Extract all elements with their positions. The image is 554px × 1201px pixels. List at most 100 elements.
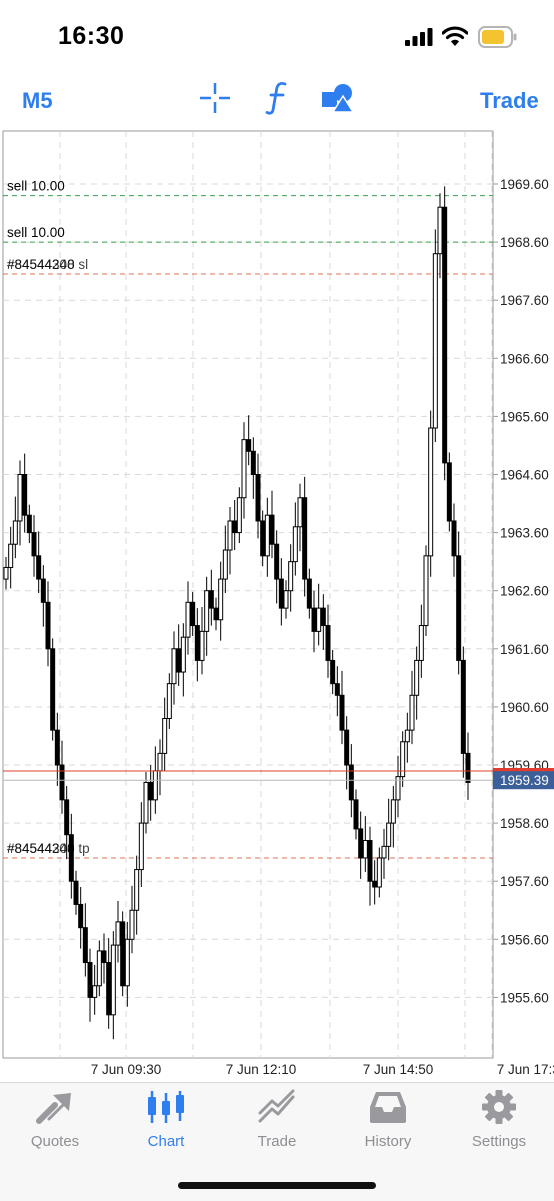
candle-body[interactable] — [362, 840, 368, 859]
candle-body[interactable] — [45, 601, 51, 650]
candle-body[interactable] — [456, 555, 462, 661]
candle-body[interactable] — [143, 781, 149, 824]
candle-body[interactable] — [390, 799, 396, 824]
candle-body[interactable] — [372, 880, 378, 888]
candle-body[interactable] — [376, 857, 382, 888]
candle-body[interactable] — [437, 206, 443, 255]
candle-body[interactable] — [381, 845, 387, 859]
candle-body[interactable] — [3, 566, 9, 580]
candle-body[interactable] — [12, 520, 18, 545]
candle-body[interactable] — [199, 630, 205, 661]
candle-body[interactable] — [236, 497, 242, 534]
candle-body[interactable] — [87, 962, 93, 998]
candle-body[interactable] — [316, 607, 322, 632]
candle-body[interactable] — [311, 607, 317, 632]
candle-body[interactable] — [106, 962, 112, 1016]
candle-body[interactable] — [442, 206, 448, 464]
candle-body[interactable] — [241, 439, 247, 499]
candle-body[interactable] — [409, 694, 415, 731]
candle-body[interactable] — [50, 648, 56, 731]
candle-body[interactable] — [73, 880, 79, 905]
candle-body[interactable] — [180, 636, 186, 673]
price-chart[interactable]: 1969.60 1968.60 1967.60 1966.60 1965.60 1964.… — [0, 128, 554, 1080]
tab-history[interactable]: History — [333, 1089, 443, 1153]
candle-body[interactable] — [297, 497, 303, 528]
candle-body[interactable] — [423, 555, 429, 627]
candle-body[interactable] — [222, 549, 228, 580]
candle-body[interactable] — [418, 625, 424, 661]
candle-body[interactable] — [432, 253, 438, 429]
candle-body[interactable] — [274, 543, 280, 580]
candle-body[interactable] — [40, 578, 46, 603]
candle-body[interactable] — [288, 561, 294, 592]
candle-body[interactable] — [344, 729, 350, 766]
candle-body[interactable] — [292, 526, 298, 563]
candle-body[interactable] — [134, 869, 140, 911]
candle-body[interactable] — [162, 718, 168, 754]
candle-body[interactable] — [367, 840, 373, 882]
candle-body[interactable] — [278, 578, 284, 609]
trade-button[interactable]: Trade — [480, 88, 539, 114]
candle-body[interactable] — [260, 520, 266, 557]
candle-body[interactable] — [339, 694, 345, 731]
candle-body[interactable] — [302, 497, 308, 580]
candle-body[interactable] — [306, 578, 312, 609]
candle-body[interactable] — [208, 590, 214, 609]
crosshair-icon[interactable] — [199, 82, 231, 114]
candle-body[interactable] — [82, 927, 88, 964]
candle-body[interactable] — [246, 439, 252, 452]
candle-body[interactable] — [157, 752, 163, 772]
candle-body[interactable] — [386, 822, 392, 847]
candle-body[interactable] — [269, 514, 275, 545]
candle-body[interactable] — [96, 950, 102, 987]
candle-body[interactable] — [166, 683, 172, 720]
candle-body[interactable] — [26, 514, 32, 534]
timeframe-button[interactable]: M5 — [22, 88, 53, 114]
candle-body[interactable] — [446, 462, 452, 522]
candle-body[interactable] — [138, 822, 144, 871]
candle-body[interactable] — [330, 659, 336, 685]
candle-body[interactable] — [129, 909, 135, 940]
candle-body[interactable] — [17, 474, 23, 522]
candle-body[interactable] — [110, 944, 116, 1016]
candle-body[interactable] — [171, 648, 177, 685]
candle-body[interactable] — [465, 752, 471, 783]
candle-body[interactable] — [185, 601, 191, 638]
candle-body[interactable] — [414, 659, 420, 696]
candle-body[interactable] — [404, 729, 410, 743]
candle-body[interactable] — [36, 555, 42, 580]
candle-body[interactable] — [213, 607, 219, 621]
candle-body[interactable] — [152, 770, 158, 801]
candle-body[interactable] — [115, 921, 121, 946]
candle-body[interactable] — [353, 799, 359, 830]
candle-body[interactable] — [218, 578, 224, 621]
candle-body[interactable] — [320, 607, 326, 627]
candle-body[interactable] — [264, 514, 270, 557]
candle-body[interactable] — [124, 938, 130, 987]
candle-body[interactable] — [283, 590, 289, 609]
objects-icon[interactable] — [321, 82, 355, 114]
candle-body[interactable] — [325, 625, 331, 661]
candle-body[interactable] — [59, 764, 65, 801]
candle-body[interactable] — [227, 520, 233, 551]
candle-body[interactable] — [54, 729, 60, 766]
candle-body[interactable] — [8, 543, 14, 568]
tab-chart[interactable]: Chart — [111, 1089, 221, 1153]
candle-body[interactable] — [120, 921, 126, 987]
candle-body[interactable] — [428, 427, 434, 557]
candle-body[interactable] — [451, 520, 457, 557]
candle-body[interactable] — [176, 648, 182, 673]
candle-body[interactable] — [232, 520, 238, 534]
candle-body[interactable] — [68, 834, 74, 882]
candle-body[interactable] — [101, 950, 107, 964]
candle-body[interactable] — [64, 799, 70, 836]
candle-body[interactable] — [22, 474, 28, 516]
candle-body[interactable] — [460, 659, 466, 754]
tab-quotes[interactable]: Quotes — [0, 1089, 110, 1153]
candle-body[interactable] — [31, 532, 37, 557]
candle-body[interactable] — [358, 828, 364, 859]
tab-trade[interactable]: Trade — [222, 1089, 332, 1153]
candle-body[interactable] — [250, 450, 256, 476]
candle-body[interactable] — [348, 764, 354, 801]
candle-body[interactable] — [148, 781, 154, 801]
